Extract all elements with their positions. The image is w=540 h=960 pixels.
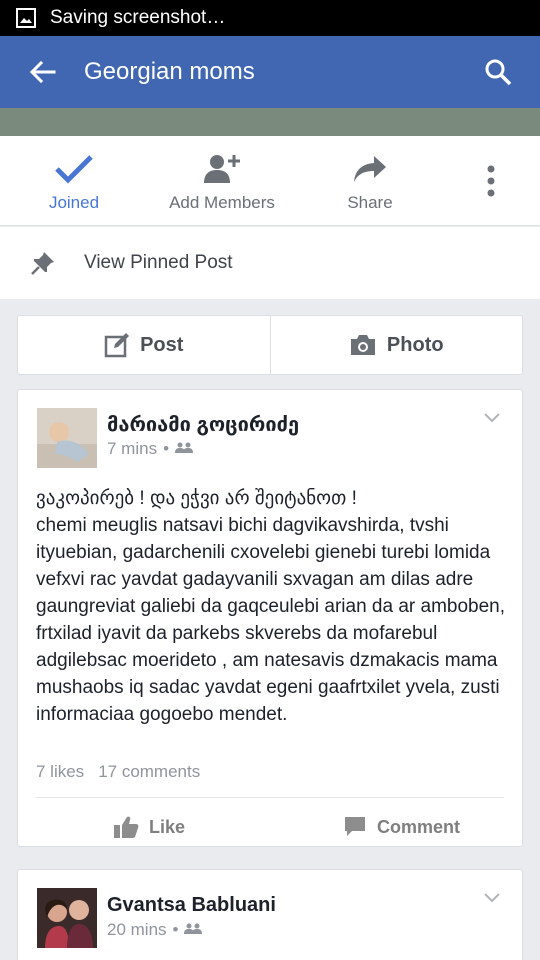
comment-label: Comment xyxy=(377,816,461,837)
search-icon[interactable] xyxy=(470,36,526,108)
comment-button[interactable]: Comment xyxy=(343,810,460,844)
like-button[interactable]: Like xyxy=(113,810,185,844)
post-time[interactable]: 20 mins xyxy=(107,920,167,940)
app-bar: Georgian moms xyxy=(0,36,540,108)
view-pinned-post[interactable]: View Pinned Post xyxy=(0,227,540,299)
composer: Post Photo xyxy=(17,315,523,375)
like-label: Like xyxy=(149,816,186,837)
add-person-icon xyxy=(202,149,242,189)
page-title: Georgian moms xyxy=(84,58,255,85)
post-time[interactable]: 7 mins xyxy=(107,439,157,459)
pinned-label: View Pinned Post xyxy=(84,252,233,273)
edit-icon xyxy=(104,332,130,358)
thumbs-up-icon xyxy=(113,815,139,839)
checkmark-icon xyxy=(54,149,94,189)
back-arrow-icon[interactable] xyxy=(14,36,70,108)
chevron-down-icon[interactable] xyxy=(482,408,502,428)
avatar[interactable] xyxy=(37,408,97,468)
pin-icon xyxy=(28,250,58,276)
joined-label: Joined xyxy=(48,193,100,212)
photo-button[interactable]: Photo xyxy=(269,316,523,374)
divider xyxy=(36,797,504,798)
status-bar: Saving screenshot… xyxy=(0,0,540,36)
joined-button[interactable]: Joined xyxy=(22,136,126,226)
status-text: Saving screenshot… xyxy=(50,7,226,28)
post-author[interactable]: Gvantsa Babluani xyxy=(107,894,276,917)
post-text: ვაკოპირებ ! და ეჭვი არ შეიტანოთ ! chemi … xyxy=(36,488,506,725)
add-members-button[interactable]: Add Members xyxy=(156,136,288,226)
post-meta: 7 mins • xyxy=(107,439,194,459)
comments-count[interactable]: 17 comments xyxy=(98,762,200,781)
post-meta: 20 mins • xyxy=(107,920,203,940)
post-label: Post xyxy=(140,333,184,356)
share-label: Share xyxy=(347,193,393,212)
share-button[interactable]: Share xyxy=(326,136,414,226)
meta-separator: • xyxy=(172,920,179,939)
post-button[interactable]: Post xyxy=(18,316,270,374)
meta-separator: • xyxy=(163,439,170,458)
camera-icon xyxy=(349,333,377,357)
post-counts: 7 likes 17 comments xyxy=(36,762,200,782)
post-card: Gvantsa Babluani 20 mins • xyxy=(17,869,523,960)
photo-label: Photo xyxy=(386,333,444,356)
share-arrow-icon xyxy=(352,149,388,189)
image-icon xyxy=(16,8,36,28)
comment-icon xyxy=(343,815,367,839)
group-actions: Joined Add Members Share xyxy=(0,136,540,226)
post-author[interactable]: მარიამი გოცირიძე xyxy=(107,412,299,437)
avatar[interactable] xyxy=(37,888,97,948)
post-card: მარიამი გოცირიძე 7 mins • ვაკოპირებ ! და… xyxy=(17,389,523,847)
more-vertical-icon[interactable] xyxy=(466,136,516,226)
group-cover-photo[interactable] xyxy=(0,108,540,136)
group-icon xyxy=(175,439,194,459)
chevron-down-icon[interactable] xyxy=(482,888,502,908)
add-members-label: Add Members xyxy=(169,193,275,212)
likes-count[interactable]: 7 likes xyxy=(36,762,84,781)
group-icon xyxy=(184,920,203,940)
